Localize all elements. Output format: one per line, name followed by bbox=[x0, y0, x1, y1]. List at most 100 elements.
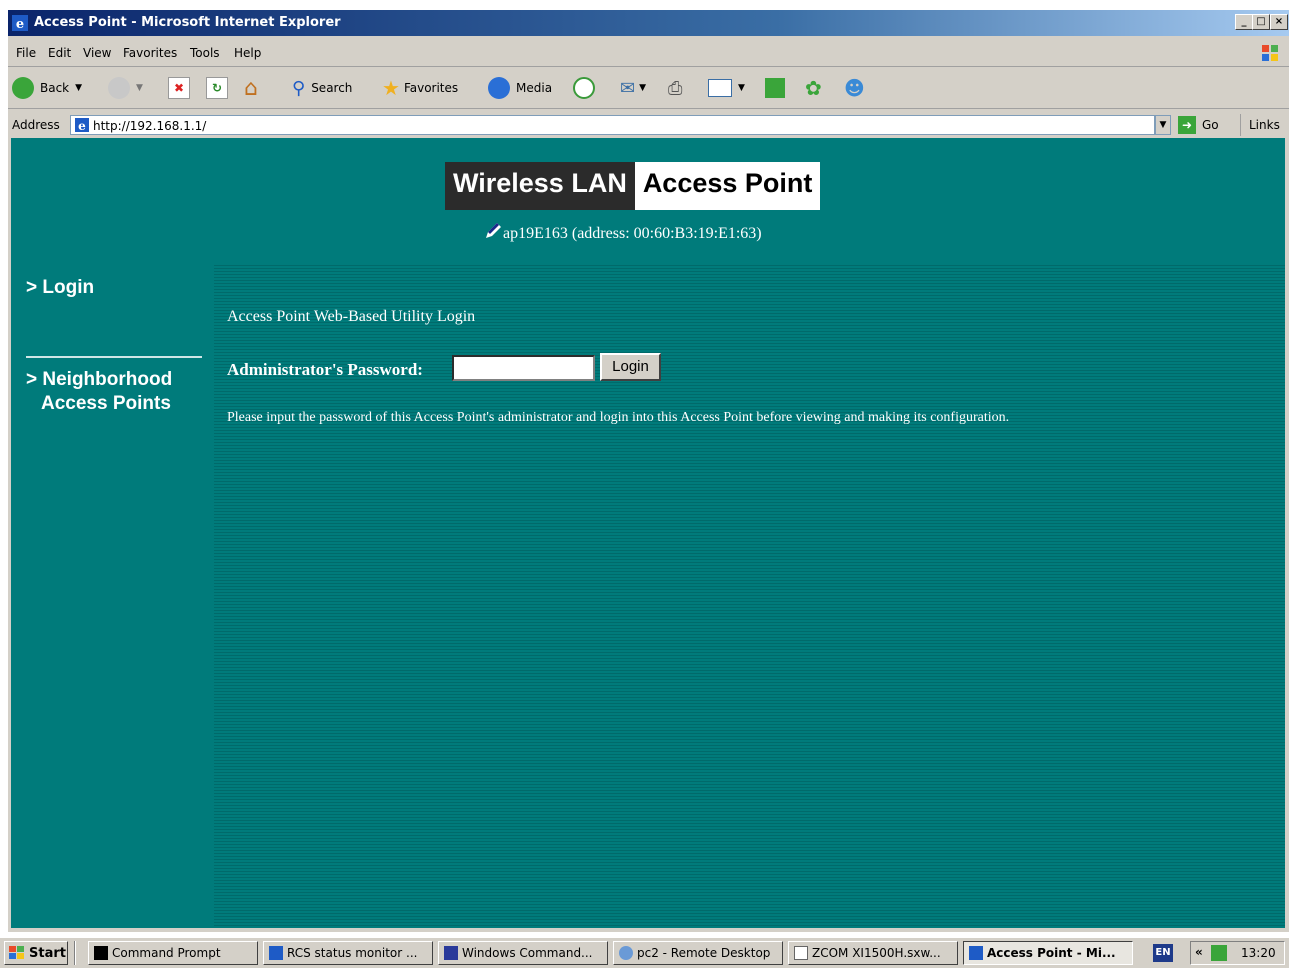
page-icon: e bbox=[75, 118, 89, 133]
forward-arrow-icon bbox=[108, 77, 130, 99]
menu-tools[interactable]: Tools bbox=[190, 46, 220, 60]
edit-button[interactable]: ▼ bbox=[708, 76, 745, 100]
windows-logo-icon bbox=[1262, 45, 1278, 61]
back-button[interactable]: Back ▼ bbox=[12, 76, 82, 100]
print-icon: ⎙ bbox=[668, 77, 683, 99]
edit-icon bbox=[708, 79, 732, 97]
nav-neighborhood-access-points[interactable]: > Neighborhood Access Points bbox=[26, 368, 172, 416]
task-label: ZCOM XI1500H.sxw... bbox=[812, 946, 941, 960]
menu-help[interactable]: Help bbox=[234, 46, 261, 60]
window-title: Access Point - Microsoft Internet Explor… bbox=[34, 15, 341, 30]
password-label: Administrator's Password: bbox=[227, 360, 423, 379]
stop-button[interactable]: ✖ bbox=[168, 76, 190, 100]
task-windows-command[interactable]: Windows Command... bbox=[438, 941, 608, 965]
address-bar: Address e http://192.168.1.1/ ▼ ➜ Go Lin… bbox=[8, 114, 1289, 138]
menu-bar: File Edit View Favorites Tools Help bbox=[8, 40, 1289, 67]
refresh-icon: ↻ bbox=[206, 77, 228, 99]
go-label: Go bbox=[1202, 118, 1219, 132]
task-label: Command Prompt bbox=[112, 946, 221, 960]
chevron-down-icon: ▼ bbox=[75, 83, 83, 93]
remote-desktop-icon bbox=[619, 946, 633, 960]
main-content: Access Point Web-Based Utility Login Adm… bbox=[214, 263, 1285, 928]
favorites-label: Favorites bbox=[403, 81, 459, 95]
title-bar: e Access Point - Microsoft Internet Expl… bbox=[8, 10, 1289, 36]
ap-info-text: ap19E163 (address: 00:60:B3:19:E1:63) bbox=[503, 225, 762, 242]
ap-info: ap19E163 (address: 00:60:B3:19:E1:63) bbox=[483, 222, 762, 243]
taskbar: Start Command Prompt RCS status monitor … bbox=[0, 937, 1289, 968]
web-page: Wireless LAN Access Point ap19E163 (addr… bbox=[11, 138, 1285, 928]
search-label: Search bbox=[311, 81, 353, 95]
taskbar-divider bbox=[74, 941, 76, 965]
refresh-button[interactable]: ↻ bbox=[206, 76, 228, 100]
internet-explorer-icon bbox=[269, 946, 283, 960]
stop-icon: ✖ bbox=[168, 77, 190, 99]
favorites-star-icon: ★ bbox=[382, 76, 400, 100]
chevron-down-icon: ▼ bbox=[639, 83, 647, 93]
internet-explorer-icon: e bbox=[12, 15, 28, 31]
task-zcom-document[interactable]: ZCOM XI1500H.sxw... bbox=[788, 941, 958, 965]
svg-text:e: e bbox=[78, 119, 86, 133]
task-label: RCS status monitor ... bbox=[287, 946, 418, 960]
task-remote-desktop[interactable]: pc2 - Remote Desktop bbox=[613, 941, 783, 965]
start-label: Start bbox=[29, 945, 66, 961]
password-field[interactable] bbox=[452, 355, 595, 381]
edit-pencil-icon[interactable] bbox=[483, 222, 503, 240]
menu-edit[interactable]: Edit bbox=[48, 46, 71, 60]
back-label: Back bbox=[40, 81, 70, 95]
go-button[interactable]: ➜ Go bbox=[1178, 115, 1219, 135]
links-button[interactable]: Links bbox=[1249, 118, 1280, 132]
start-button[interactable]: Start bbox=[4, 941, 68, 965]
show-hidden-icons-button[interactable]: « bbox=[1195, 945, 1203, 959]
system-tray: « 13:20 bbox=[1190, 941, 1285, 965]
menu-view[interactable]: View bbox=[83, 46, 111, 60]
menu-file[interactable]: File bbox=[16, 46, 36, 60]
minimize-button[interactable]: _ bbox=[1235, 14, 1253, 30]
history-button[interactable] bbox=[573, 76, 595, 100]
favorites-button[interactable]: ★ Favorites bbox=[382, 76, 458, 100]
media-icon bbox=[488, 77, 510, 99]
task-access-point[interactable]: Access Point - Mi... bbox=[963, 941, 1133, 965]
task-label: Windows Command... bbox=[462, 946, 593, 960]
mail-button[interactable]: ✉ ▼ bbox=[620, 76, 646, 100]
address-url: http://192.168.1.1/ bbox=[93, 119, 207, 133]
page-heading: Access Point Web-Based Utility Login bbox=[227, 308, 476, 325]
nav-neighborhood-line2: Access Points bbox=[41, 393, 171, 414]
task-label: Access Point - Mi... bbox=[987, 946, 1116, 960]
go-arrow-icon: ➜ bbox=[1178, 116, 1196, 134]
address-dropdown-button[interactable]: ▼ bbox=[1155, 115, 1171, 135]
icq-pro-icon bbox=[765, 78, 785, 98]
clock[interactable]: 13:20 bbox=[1241, 946, 1276, 960]
network-tray-icon[interactable] bbox=[1211, 945, 1227, 961]
print-button[interactable]: ⎙ bbox=[668, 76, 682, 100]
internet-explorer-icon bbox=[969, 946, 983, 960]
back-arrow-icon bbox=[12, 77, 34, 99]
task-label: pc2 - Remote Desktop bbox=[637, 946, 771, 960]
floppy-disk-icon bbox=[444, 946, 458, 960]
logo-access-point: Access Point bbox=[634, 162, 821, 210]
icq-lite-button[interactable]: ✿ bbox=[805, 76, 822, 100]
svg-text:e: e bbox=[16, 17, 24, 31]
address-input[interactable]: e http://192.168.1.1/ bbox=[70, 115, 1155, 135]
nav-login[interactable]: > Login bbox=[26, 277, 94, 299]
nav-divider bbox=[26, 356, 202, 358]
language-indicator[interactable]: EN bbox=[1153, 944, 1173, 962]
home-icon: ⌂ bbox=[244, 75, 258, 101]
task-command-prompt[interactable]: Command Prompt bbox=[88, 941, 258, 965]
forward-button[interactable]: ▼ bbox=[108, 76, 143, 100]
search-icon: ⚲ bbox=[292, 77, 306, 99]
sidebar: > Login > Neighborhood Access Points bbox=[11, 263, 214, 928]
menu-favorites[interactable]: Favorites bbox=[123, 46, 177, 60]
command-prompt-icon bbox=[94, 946, 108, 960]
document-icon bbox=[794, 946, 808, 960]
icq-pro-button[interactable] bbox=[765, 76, 785, 100]
media-label: Media bbox=[516, 81, 553, 95]
login-instructions: Please input the password of this Access… bbox=[227, 410, 1010, 425]
maximize-button[interactable]: □ bbox=[1252, 14, 1270, 30]
task-rcs-status-monitor[interactable]: RCS status monitor ... bbox=[263, 941, 433, 965]
login-button[interactable]: Login bbox=[600, 353, 661, 381]
search-button[interactable]: ⚲ Search bbox=[292, 76, 352, 100]
media-button[interactable]: Media bbox=[488, 76, 552, 100]
home-button[interactable]: ⌂ bbox=[244, 75, 258, 101]
close-button[interactable]: × bbox=[1270, 14, 1288, 30]
messenger-button[interactable]: ☻ bbox=[844, 76, 865, 100]
